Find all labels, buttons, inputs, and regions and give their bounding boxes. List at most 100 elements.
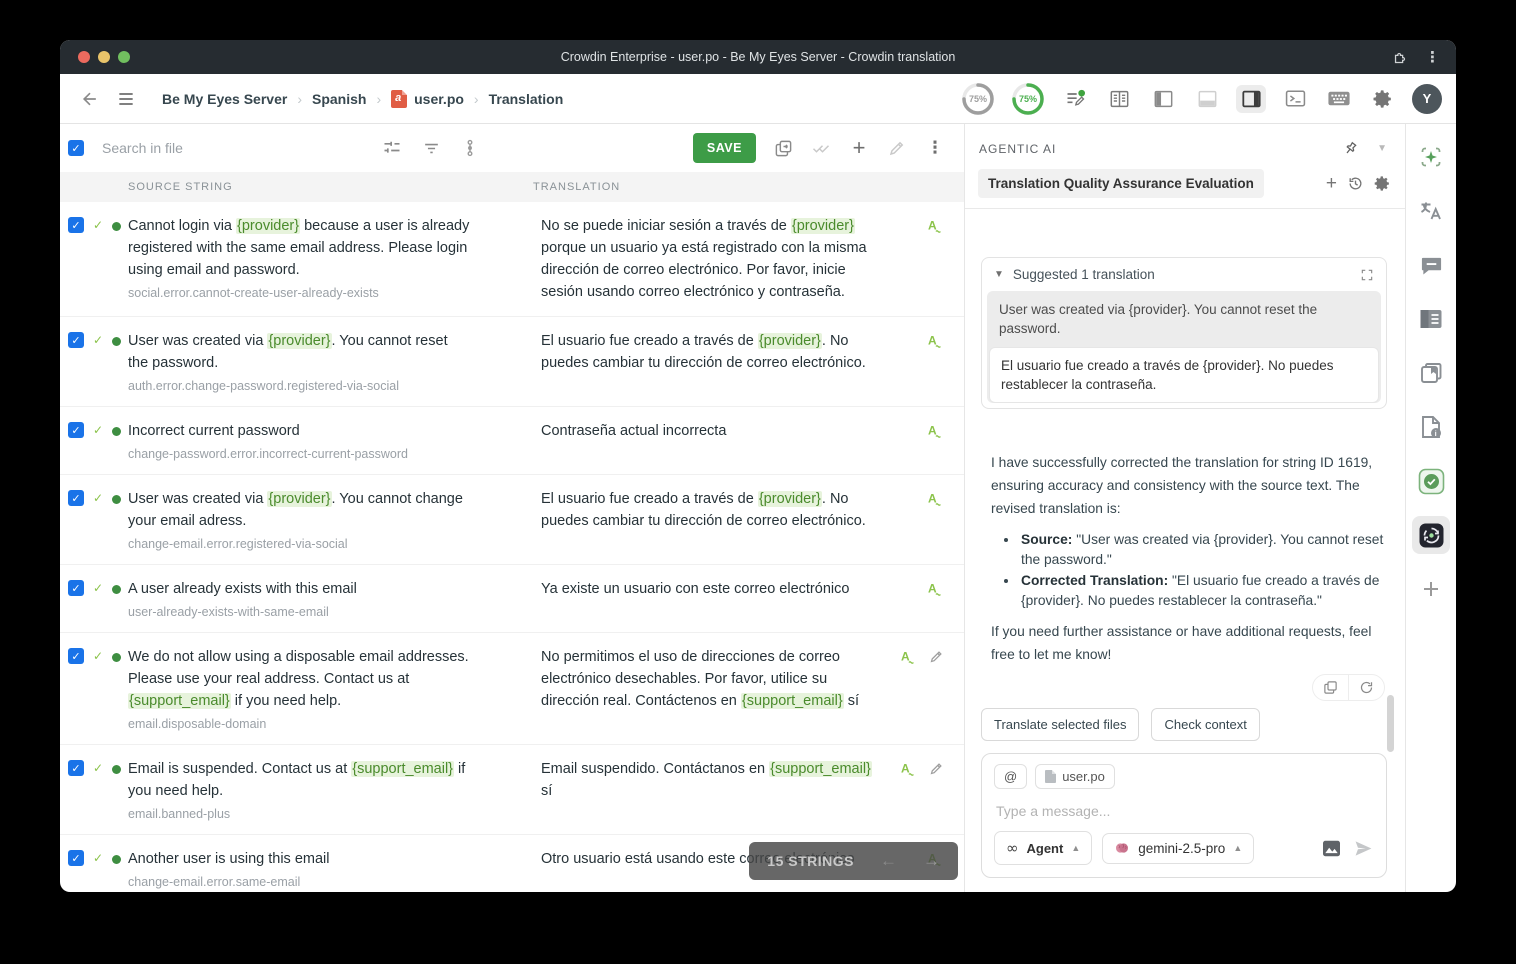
- comments-icon[interactable]: [1412, 246, 1450, 284]
- qa-check-icon[interactable]: A: [900, 649, 917, 666]
- edit-translation-icon[interactable]: [929, 649, 944, 664]
- edit-string-icon[interactable]: [880, 133, 914, 163]
- breadcrumb-item-spanish[interactable]: Spanish: [312, 91, 366, 107]
- row-checkbox[interactable]: ✓: [68, 580, 84, 596]
- browser-menu-icon[interactable]: ⋮: [1425, 48, 1440, 66]
- back-arrow-icon[interactable]: [80, 89, 100, 109]
- qa-check-icon[interactable]: A: [900, 761, 917, 778]
- translate-selected-files-button[interactable]: Translate selected files: [981, 708, 1139, 741]
- breadcrumb-item-user-po[interactable]: auser.po: [391, 90, 464, 108]
- edit-translation-icon[interactable]: [929, 761, 944, 776]
- regenerate-response-icon[interactable]: [1348, 675, 1384, 700]
- check-context-button[interactable]: Check context: [1151, 708, 1259, 741]
- side-by-side-view-icon[interactable]: [1104, 85, 1134, 113]
- placeholder-token: {support_email}: [741, 693, 844, 709]
- history-icon[interactable]: [1347, 175, 1364, 192]
- row-icons: A: [883, 758, 958, 821]
- ai-settings-gear-icon[interactable]: [1374, 175, 1391, 192]
- ai-suggestions-icon[interactable]: [1412, 138, 1450, 176]
- translation-memory-icon[interactable]: [1412, 300, 1450, 338]
- model-dropdown[interactable]: gemini-2.5-pro ▲: [1102, 833, 1254, 864]
- zoom-window-button[interactable]: [118, 51, 130, 63]
- translated-progress-ring[interactable]: 75%: [960, 81, 996, 117]
- close-window-button[interactable]: [78, 51, 90, 63]
- row-checkbox[interactable]: ✓: [68, 648, 84, 664]
- source-column-header: SOURCE STRING: [128, 181, 470, 193]
- approve-all-icon[interactable]: [804, 133, 838, 163]
- copy-source-icon[interactable]: [766, 133, 800, 163]
- qa-check-icon[interactable]: A: [927, 581, 944, 598]
- row-checkbox[interactable]: ✓: [68, 490, 84, 506]
- save-button[interactable]: SAVE: [693, 133, 756, 163]
- next-page-icon[interactable]: →: [923, 851, 940, 871]
- row-checkbox[interactable]: ✓: [68, 760, 84, 776]
- suggestion-translation-text: El usuario fue creado a través de {provi…: [989, 347, 1379, 403]
- translate-icon[interactable]: [1412, 192, 1450, 230]
- string-order-icon[interactable]: [461, 138, 479, 158]
- breadcrumb-item-translation[interactable]: Translation: [489, 91, 564, 107]
- add-string-icon[interactable]: +: [842, 133, 876, 163]
- table-row[interactable]: ✓✓A user already exists with this emailu…: [60, 565, 964, 633]
- agentic-ai-app-icon[interactable]: [1412, 516, 1450, 554]
- settings-gear-icon[interactable]: [1368, 85, 1398, 113]
- table-row[interactable]: ✓✓Cannot login via {provider} because a …: [60, 202, 964, 317]
- chevron-right-icon: ›: [474, 91, 479, 107]
- glossary-icon[interactable]: [1412, 354, 1450, 392]
- pin-panel-icon[interactable]: [1342, 140, 1359, 157]
- row-checkbox[interactable]: ✓: [68, 332, 84, 348]
- po-file-icon: a: [391, 90, 407, 108]
- copy-response-icon[interactable]: [1313, 675, 1348, 700]
- editor-suggestions-icon[interactable]: [1060, 85, 1090, 113]
- filter-icon[interactable]: [422, 139, 441, 158]
- qa-check-icon[interactable]: A: [927, 423, 944, 440]
- send-message-icon[interactable]: [1353, 839, 1374, 858]
- right-panel-view-icon[interactable]: [1236, 85, 1266, 113]
- hamburger-menu-icon[interactable]: [116, 89, 136, 109]
- agent-mode-dropdown[interactable]: ∞ Agent ▲: [994, 831, 1092, 865]
- add-app-icon[interactable]: [1412, 570, 1450, 608]
- more-options-icon[interactable]: ⋮: [918, 133, 952, 163]
- select-all-checkbox[interactable]: ✓: [68, 140, 84, 156]
- approved-progress-ring[interactable]: 75%: [1010, 81, 1046, 117]
- left-panel-view-icon[interactable]: [1148, 85, 1178, 113]
- expand-suggestion-icon[interactable]: [1360, 268, 1374, 282]
- ai-conversation-tab[interactable]: Translation Quality Assurance Evaluation: [978, 169, 1264, 198]
- qa-check-icon[interactable]: A: [927, 218, 944, 235]
- extensions-puzzle-icon[interactable]: [1392, 49, 1409, 66]
- new-conversation-icon[interactable]: +: [1326, 173, 1337, 195]
- row-checkbox[interactable]: ✓: [68, 422, 84, 438]
- keyboard-shortcuts-icon[interactable]: [1324, 85, 1354, 113]
- qa-check-icon[interactable]: A: [927, 491, 944, 508]
- table-row[interactable]: ✓✓Email is suspended. Contact us at {sup…: [60, 745, 964, 835]
- panel-scrollbar[interactable]: [1387, 695, 1394, 752]
- breadcrumb-label: Translation: [489, 91, 564, 107]
- qa-check-icon[interactable]: A: [927, 333, 944, 350]
- bottom-panel-view-icon[interactable]: [1192, 85, 1222, 113]
- table-row[interactable]: ✓✓User was created via {provider}. You c…: [60, 317, 964, 407]
- collapse-panel-chevron-icon[interactable]: ▼: [1377, 143, 1387, 154]
- advanced-filter-icon[interactable]: [382, 138, 402, 158]
- file-context-icon[interactable]: i: [1412, 408, 1450, 446]
- breadcrumb-item-be-my-eyes-server[interactable]: Be My Eyes Server: [162, 91, 287, 107]
- message-input[interactable]: [996, 803, 1376, 819]
- source-text: User was created via {provider}. You can…: [128, 330, 470, 374]
- mention-button[interactable]: @: [994, 764, 1027, 789]
- approved-dot-icon: [112, 222, 121, 231]
- row-checkbox[interactable]: ✓: [68, 217, 84, 233]
- qa-checks-app-icon[interactable]: [1412, 462, 1450, 500]
- minimize-window-button[interactable]: [98, 51, 110, 63]
- collapse-suggestion-chevron-icon[interactable]: ▼: [994, 269, 1004, 280]
- app-header: Be My Eyes Server›Spanish›auser.po›Trans…: [60, 74, 1456, 124]
- search-input[interactable]: [102, 140, 272, 156]
- row-controls: ✓✓: [68, 578, 128, 619]
- table-row[interactable]: ✓✓We do not allow using a disposable ema…: [60, 633, 964, 745]
- previous-page-icon[interactable]: ←: [880, 851, 897, 871]
- console-icon[interactable]: [1280, 85, 1310, 113]
- row-checkbox[interactable]: ✓: [68, 850, 84, 866]
- file-context-chip[interactable]: user.po: [1035, 764, 1115, 789]
- attach-image-icon[interactable]: [1322, 840, 1341, 857]
- table-row[interactable]: ✓✓User was created via {provider}. You c…: [60, 475, 964, 565]
- chevron-right-icon: ›: [297, 91, 302, 107]
- table-row[interactable]: ✓✓Incorrect current passwordchange-passw…: [60, 407, 964, 475]
- user-avatar[interactable]: Y: [1412, 84, 1442, 114]
